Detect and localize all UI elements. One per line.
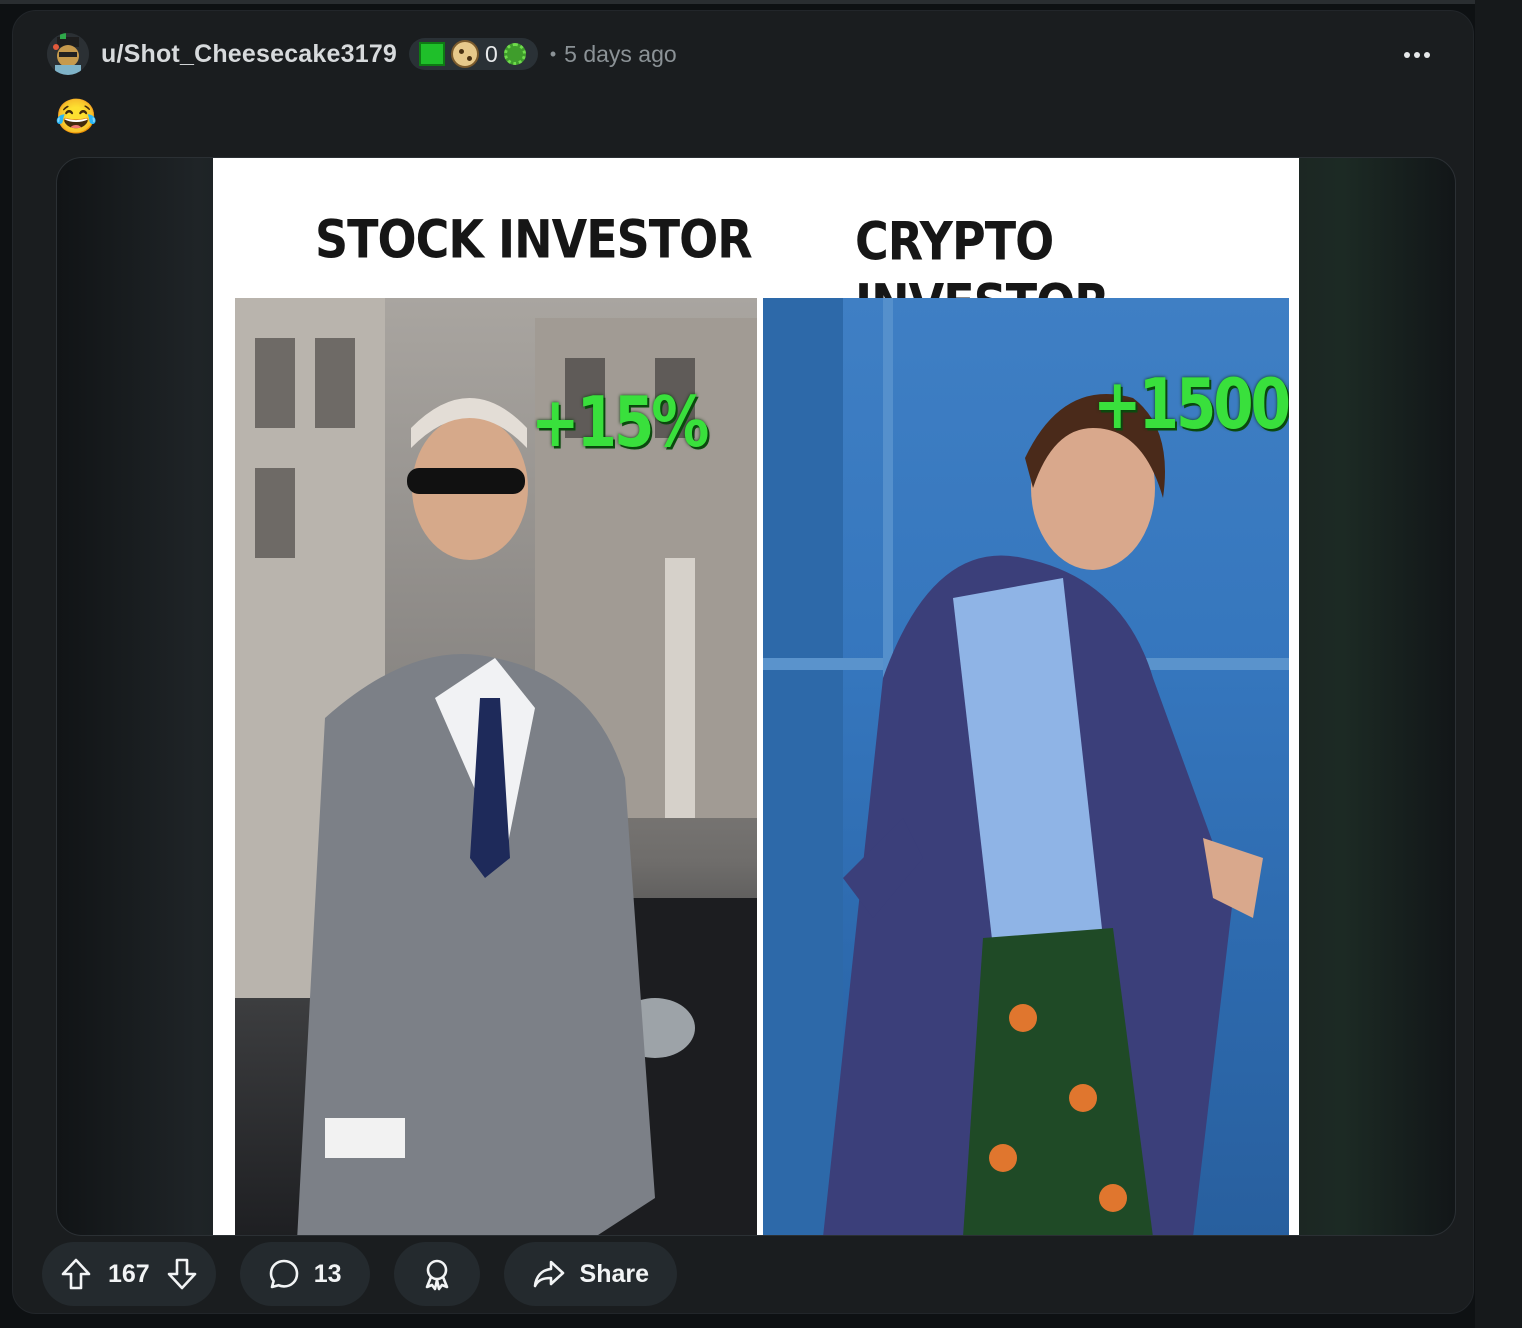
user-avatar[interactable]: [47, 33, 89, 75]
post-body-text: 😂: [55, 98, 98, 136]
comment-icon: [269, 1259, 299, 1289]
award-button[interactable]: [393, 1242, 480, 1306]
share-label: Share: [579, 1259, 650, 1288]
stock-gain-label: +15%: [531, 381, 709, 463]
downvote-icon: [167, 1258, 197, 1290]
flair-count: 0: [485, 40, 498, 67]
post-timestamp: 5 days ago: [564, 40, 677, 67]
vote-count: 167: [108, 1259, 150, 1288]
post-card: u/Shot_Cheesecake3179 0 • 5 days ago 😂 S…: [12, 10, 1474, 1314]
more-options-icon: [1404, 52, 1410, 58]
downvote-button[interactable]: [166, 1257, 198, 1291]
crypto-gain-label: +1500%: [1093, 363, 1289, 445]
crypto-investor-photo: +1500%: [763, 298, 1289, 1235]
upvote-icon: [61, 1258, 91, 1290]
award-icon: [425, 1259, 448, 1291]
share-button[interactable]: Share: [503, 1242, 678, 1306]
meta-separator: •: [549, 43, 557, 64]
comments-button[interactable]: 13: [239, 1242, 370, 1306]
user-flair: 0: [409, 38, 538, 70]
top-divider: [0, 0, 1522, 4]
comment-count: 13: [313, 1259, 342, 1288]
post-media[interactable]: STOCK INVESTOR CRYPTO INVESTOR: [56, 157, 1456, 1236]
virus-icon: [503, 43, 526, 65]
vote-control: 167: [42, 1242, 216, 1306]
more-options-button[interactable]: [1397, 35, 1437, 75]
green-square-icon: [419, 42, 446, 66]
cookie-icon: [451, 40, 480, 68]
upvote-button[interactable]: [60, 1257, 92, 1291]
meme-image: STOCK INVESTOR CRYPTO INVESTOR: [213, 158, 1299, 1235]
avatar-icon: [47, 33, 89, 75]
author-username[interactable]: u/Shot_Cheesecake3179: [101, 40, 397, 69]
post-action-bar: 167 13 Share: [42, 1242, 678, 1306]
stock-investor-photo: +15%: [235, 298, 757, 1235]
more-options-icon-dot: [1414, 52, 1420, 58]
more-options-icon-dot: [1424, 52, 1430, 58]
right-gutter: [1475, 0, 1522, 1328]
post-header: u/Shot_Cheesecake3179 0 • 5 days ago: [47, 25, 1447, 83]
share-icon: [533, 1260, 564, 1288]
meme-title-left: STOCK INVESTOR: [315, 207, 753, 271]
